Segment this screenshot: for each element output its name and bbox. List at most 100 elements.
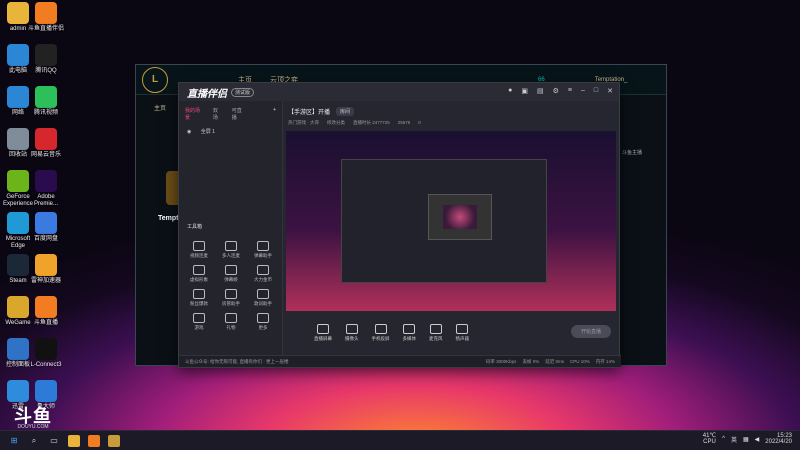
eye-icon[interactable]: ◉ xyxy=(187,129,191,135)
close-icon[interactable]: ✕ xyxy=(607,87,613,95)
tool-label: 歌词助手 xyxy=(254,301,272,306)
tool-item[interactable]: 粉丝爆款 xyxy=(183,289,215,307)
volume-icon[interactable]: ◀ xyxy=(755,436,760,443)
windows-start-icon[interactable]: ⊞ xyxy=(8,435,20,447)
status-stat: 延迟 0ms xyxy=(545,358,564,364)
tool-item[interactable]: 弹幕助手 xyxy=(247,241,279,259)
desktop-icon-tencent-video[interactable]: 腾讯视频 xyxy=(28,86,64,117)
source-button[interactable]: 直播屏幕 xyxy=(314,324,332,342)
add-scene-icon[interactable]: + xyxy=(273,107,276,121)
tool-item[interactable]: 歌词助手 xyxy=(247,289,279,307)
source-button[interactable]: 麦克风 xyxy=(429,324,443,342)
taskbar-douyu-icon[interactable] xyxy=(88,434,100,447)
taskbar-lol-icon[interactable] xyxy=(108,434,120,447)
desktop-icon-douyu[interactable]: 斗鱼直播伴侣 xyxy=(28,2,64,33)
nested-core xyxy=(443,205,477,229)
tool-label: 弹幕姬 xyxy=(224,277,238,282)
tool-icon xyxy=(225,313,237,323)
tool-item[interactable]: 视频连麦 xyxy=(183,241,215,259)
lol-sub-title[interactable]: 主页 xyxy=(154,103,166,112)
clock[interactable]: 15:23 2022/4/20 xyxy=(765,433,792,445)
menu-icon[interactable]: ≡ xyxy=(568,87,572,95)
explorer-icon[interactable] xyxy=(68,434,80,447)
skin-icon[interactable]: ▣ xyxy=(521,87,528,95)
tool-label: 粉丝爆款 xyxy=(190,301,208,306)
room-info-item: 0 xyxy=(418,120,421,125)
desktop-icon-label: 网易云音乐 xyxy=(30,152,61,158)
tab-dual[interactable]: 双场 xyxy=(213,107,222,121)
tool-icon xyxy=(193,313,205,323)
message-icon[interactable]: ▤ xyxy=(537,87,544,95)
source-button[interactable]: 摄像头 xyxy=(345,324,359,342)
desktop-icon-leishen[interactable]: 雷神加速器 xyxy=(28,254,64,285)
maximize-icon[interactable]: □ xyxy=(594,87,598,95)
nested-preview-inner xyxy=(428,194,492,240)
source-icon xyxy=(317,324,329,334)
task-view-icon[interactable]: ▭ xyxy=(48,435,60,447)
tool-item[interactable]: 虚拟形象 xyxy=(183,265,215,283)
tool-icon xyxy=(257,289,269,299)
start-live-button[interactable]: 开始直播 xyxy=(570,325,611,338)
chevron-up-icon[interactable]: ^ xyxy=(722,436,725,442)
clock-date: 2022/4/20 xyxy=(765,439,792,445)
source-button[interactable]: 手机投屏 xyxy=(372,324,390,342)
room-info-item: 25575 xyxy=(397,120,411,125)
tool-label: 多人连麦 xyxy=(222,253,240,258)
tab-my-scenes[interactable]: 我的场景 xyxy=(185,107,203,121)
tool-icon xyxy=(225,265,237,275)
status-stats: 码率 3000Kbps 丢帧 0% 延迟 0ms CPU 10% 内存 14% xyxy=(486,359,615,365)
netease-music-icon xyxy=(35,128,57,150)
xunlei-icon xyxy=(7,380,29,402)
tool-item[interactable]: 房管助手 xyxy=(215,289,247,307)
tool-icon xyxy=(257,265,269,275)
tab-live[interactable]: 可直播 xyxy=(232,107,245,121)
source-icon xyxy=(403,324,416,334)
source-button[interactable]: 多媒体 xyxy=(403,324,416,342)
status-bar: 斗鱼公众号: 给你无限可能, 直播有你们 · 更上一层楼 码率 3000Kbps… xyxy=(179,355,621,367)
tool-item[interactable]: 多人连麦 xyxy=(215,241,247,259)
source-button[interactable]: 扬声器 xyxy=(456,324,469,342)
room-info-item: 修改分类 xyxy=(327,120,345,125)
avatar[interactable]: ● xyxy=(508,87,512,95)
tool-item[interactable]: 游戏 xyxy=(183,313,215,331)
tool-item[interactable]: 礼物 xyxy=(215,313,247,331)
search-icon[interactable]: ⌕ xyxy=(28,435,40,447)
tool-item[interactable]: 更多 xyxy=(247,313,279,331)
tool-label: 礼物 xyxy=(226,325,236,330)
tool-item[interactable]: 弹幕姬 xyxy=(215,265,247,283)
network-icon[interactable]: ▦ xyxy=(743,436,749,443)
desktop-icon-netease-music[interactable]: 网易云音乐 xyxy=(28,128,64,159)
room-info: 热门游戏 · 大哥 修改分类 直播时长 2477725 25575 0 xyxy=(284,118,619,128)
source-controls: 直播屏幕 摄像头 手机投屏 多媒体 麦克风 扬声器 开始直播 xyxy=(284,315,619,351)
desktop-icon-lconnect[interactable]: L-Connect3 xyxy=(28,338,64,369)
window-controls: ● ▣ ▤ ⚙ ≡ – □ ✕ xyxy=(508,87,613,95)
room-tag[interactable]: 房间 xyxy=(336,107,355,116)
room-title[interactable]: 【手游区】开播 xyxy=(288,107,330,116)
main-panel: 【手游区】开播 房间 热门游戏 · 大哥 修改分类 直播时长 2477725 2557… xyxy=(284,101,619,357)
minimize-icon[interactable]: – xyxy=(581,87,585,95)
tool-item[interactable]: 大力金币 xyxy=(247,265,279,283)
desktop-icon-qq[interactable]: 腾讯QQ xyxy=(28,44,64,75)
source-icon xyxy=(429,324,442,334)
lol-logo-icon[interactable]: L xyxy=(142,66,168,93)
tool-icon xyxy=(257,313,269,323)
folder-icon xyxy=(7,2,29,24)
tencent-video-icon xyxy=(35,86,57,108)
desktop-icon-premiere[interactable]: Adobe Premie... xyxy=(28,170,64,208)
taskbar: ⊞ ⌕ ▭ 41℃ CPU ^ 英 ▦ ◀ 15:23 2022/4/20 xyxy=(0,430,800,450)
scene-item[interactable]: ◉ 全屏 1 xyxy=(179,125,282,138)
desktop-icon-douyu-live[interactable]: 斗鱼直播 xyxy=(28,296,64,327)
nested-preview xyxy=(341,159,547,283)
desktop-icon-label: Adobe Premie... xyxy=(33,194,58,207)
source-label: 摄像头 xyxy=(345,336,359,341)
status-stat: CPU 10% xyxy=(569,358,590,364)
desktop-icon-label: L-Connect3 xyxy=(30,362,62,368)
toolbox-title: 工具箱 xyxy=(187,224,203,230)
tool-label: 游戏 xyxy=(194,325,204,330)
douyu-icon xyxy=(35,2,57,24)
desktop-icon-baidu-netdisk[interactable]: 百度网盘 xyxy=(28,212,64,243)
desktop-icon-label: 雷神加速器 xyxy=(30,278,61,284)
settings-icon[interactable]: ⚙ xyxy=(553,87,559,95)
ime-lang[interactable]: 英 xyxy=(731,435,737,444)
stream-preview[interactable] xyxy=(286,131,616,311)
